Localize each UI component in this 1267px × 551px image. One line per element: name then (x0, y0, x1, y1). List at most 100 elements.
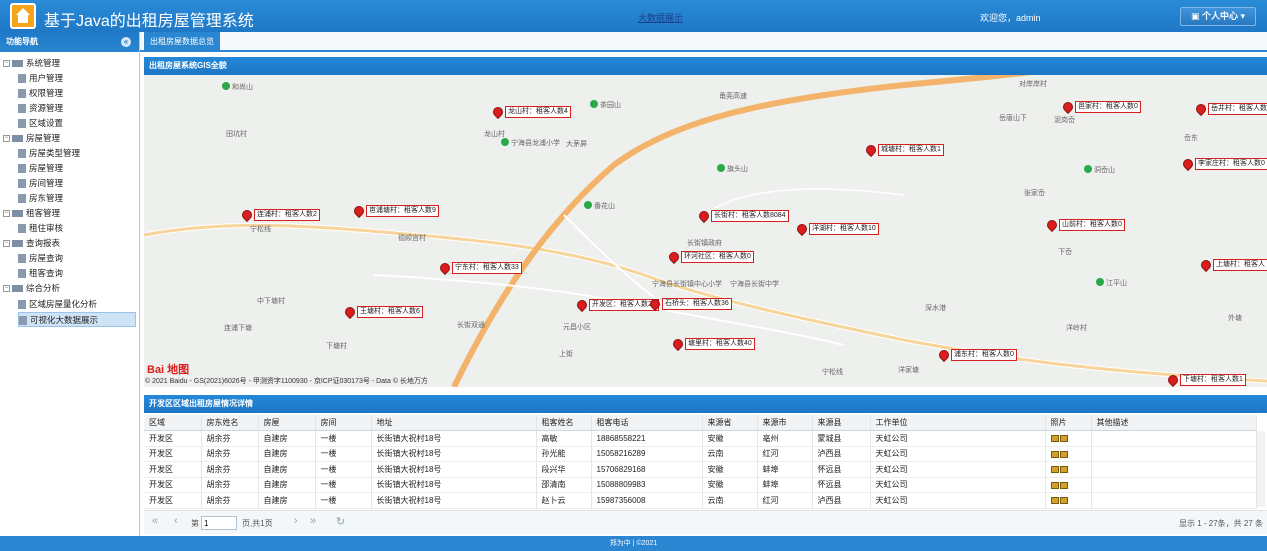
poi-icon (717, 164, 725, 172)
photo-icon[interactable] (1059, 466, 1068, 474)
table-row[interactable]: 开发区 胡余芬 自建房 一楼 长街镇大祝村18号 段兴华 15706829168 安徽 蚌埠 怀远… (144, 461, 1257, 477)
column-header[interactable]: 照片 (1045, 415, 1092, 431)
map-marker-label: 浦东村：租客人数0 (951, 349, 1017, 361)
column-header[interactable]: 来源市 (757, 415, 813, 431)
collapse-icon: − (3, 285, 10, 293)
sidebar-item-label: 房东管理 (29, 193, 64, 203)
table-cell: 天虹公司 (870, 446, 1046, 462)
sidebar-item[interactable]: 可视化大数据展示 (18, 312, 136, 327)
photo-icon[interactable] (1050, 497, 1059, 505)
table-scrollbar[interactable] (1257, 431, 1265, 507)
table-cell: 一楼 (315, 492, 372, 508)
column-header[interactable]: 其他描述 (1091, 415, 1257, 431)
photo-icon[interactable] (1059, 450, 1068, 458)
column-header[interactable]: 租客姓名 (536, 415, 592, 431)
table-cell: 天虹公司 (870, 461, 1046, 477)
gis-map[interactable]: 龙山村：租客人数4 邑家村：租客人数0 岳井村：租客人数 城塘村：租客人数1 李家庄村：… (144, 75, 1267, 387)
sidebar: 功能导航 « − 系统管理 用户管理 权限管理 资源管理 区域设置 − 房屋管理 房屋类型管理 房屋… (0, 32, 140, 536)
sidebar-item[interactable]: 租客查询 (18, 266, 128, 281)
table-cell: 15088809983 (591, 477, 703, 493)
photo-icon[interactable] (1059, 435, 1068, 443)
column-header[interactable]: 房间 (315, 415, 372, 431)
file-icon (18, 269, 26, 279)
table-cell: 自建房 (258, 461, 316, 477)
table-row[interactable]: 开发区 胡余芬 自建房 一楼 长街镇大祝村18号 孙光能 15058216289 云南 红河 泸西… (144, 446, 1257, 462)
map-place-label: 洋家塘 (898, 367, 919, 374)
column-header[interactable]: 来源县 (812, 415, 871, 431)
photo-icon[interactable] (1050, 435, 1059, 443)
collapse-sidebar-icon[interactable]: « (121, 37, 131, 47)
sidebar-item[interactable]: 资源管理 (18, 101, 128, 116)
bigdata-link[interactable]: 大数据展示 (638, 11, 683, 24)
map-place-label: 旗头山 (727, 166, 748, 173)
poi-icon (584, 201, 592, 209)
sidebar-item[interactable]: 房屋管理 (18, 161, 128, 176)
tab-data-overview[interactable]: 出租房屋数据总览 (144, 32, 220, 52)
photo-icon[interactable] (1050, 466, 1059, 474)
file-icon (18, 300, 26, 310)
table-cell: 一楼 (315, 461, 372, 477)
first-page-icon[interactable]: « (152, 515, 158, 527)
photo-icon[interactable] (1050, 481, 1059, 489)
map-place-label: 岙东 (1184, 135, 1198, 142)
map-place-label: 下塘村 (326, 343, 347, 350)
photo-icon[interactable] (1059, 481, 1068, 489)
column-header[interactable]: 房东姓名 (201, 415, 259, 431)
sidebar-group[interactable]: − 房屋管理 (3, 131, 60, 146)
photo-icon[interactable] (1059, 497, 1068, 505)
folder-icon (12, 60, 23, 68)
user-center-button[interactable]: ▣ 个人中心 ▾ (1180, 7, 1256, 26)
map-marker-label: 城塘村：租客人数1 (878, 144, 944, 156)
sidebar-item-label: 房间管理 (29, 178, 64, 188)
table-cell: 开发区 (144, 430, 202, 446)
sidebar-group[interactable]: − 系统管理 (3, 56, 60, 71)
table-cell (1091, 446, 1257, 462)
map-marker-label: 洋湖村：租客人数10 (809, 223, 879, 235)
sidebar-item[interactable]: 房东管理 (18, 191, 128, 206)
map-marker-label: 塘里村：租客人数40 (685, 338, 755, 350)
sidebar-item[interactable]: 区域房屋量化分析 (18, 297, 128, 312)
table-cell (1091, 430, 1257, 446)
table-cell: 邵清南 (536, 477, 592, 493)
sidebar-item[interactable]: 房屋查询 (18, 251, 128, 266)
sidebar-item[interactable]: 房间管理 (18, 176, 128, 191)
last-page-icon[interactable]: » (310, 515, 316, 527)
column-header[interactable]: 地址 (371, 415, 537, 431)
next-page-icon[interactable]: › (294, 515, 298, 527)
file-icon (18, 74, 26, 84)
table-row[interactable]: 开发区 胡余芬 自建房 一楼 长街镇大祝村18号 邵清南 15088809983 安徽 蚌埠 怀远… (144, 477, 1257, 493)
sidebar-group[interactable]: − 查询报表 (3, 236, 60, 251)
sidebar-item[interactable]: 用户管理 (18, 71, 128, 86)
file-icon (18, 104, 26, 114)
map-place-label: 宁松线 (250, 226, 271, 233)
map-place-label: 连浦下塘 (224, 325, 252, 332)
baidu-map-logo: Bai 地图 (147, 364, 190, 376)
column-header[interactable]: 来源省 (702, 415, 758, 431)
file-icon (18, 194, 26, 204)
column-header[interactable]: 租客电话 (591, 415, 703, 431)
sidebar-item[interactable]: 区域设置 (18, 116, 128, 131)
file-icon (19, 316, 27, 326)
table-row[interactable]: 开发区 胡余芬 自建房 一楼 长街镇大祝村18号 赵卜云 15987356008 云南 红河 泸西… (144, 492, 1257, 508)
poi-icon (501, 138, 509, 146)
photo-icon[interactable] (1050, 450, 1059, 458)
sidebar-group[interactable]: − 综合分析 (3, 281, 60, 296)
sidebar-item[interactable]: 房屋类型管理 (18, 146, 128, 161)
sidebar-item[interactable]: 权限管理 (18, 86, 128, 101)
sidebar-item[interactable]: 租住审核 (18, 221, 128, 236)
table-row[interactable]: 开发区 胡余芬 自建房 一楼 长街镇大祝村18号 高敏 18868558221 安徽 亳州 蒙城县… (144, 430, 1257, 446)
table-cell: 一楼 (315, 477, 372, 493)
prev-page-icon[interactable]: ‹ (174, 515, 178, 527)
folder-icon (12, 285, 23, 293)
sidebar-item-label: 租住审核 (29, 223, 64, 233)
table-cell: 怀远县 (812, 477, 871, 493)
sidebar-item-label: 区域房屋量化分析 (29, 299, 98, 309)
sidebar-item-label: 租客查询 (29, 268, 64, 278)
column-header[interactable]: 工作单位 (870, 415, 1046, 431)
refresh-icon[interactable]: ↻ (336, 515, 345, 528)
map-marker-label: 上塘村：租客人 (1213, 259, 1267, 271)
column-header[interactable]: 区域 (144, 415, 202, 431)
page-number-input[interactable] (201, 516, 237, 530)
column-header[interactable]: 房屋 (258, 415, 316, 431)
sidebar-group[interactable]: − 租客管理 (3, 206, 60, 221)
